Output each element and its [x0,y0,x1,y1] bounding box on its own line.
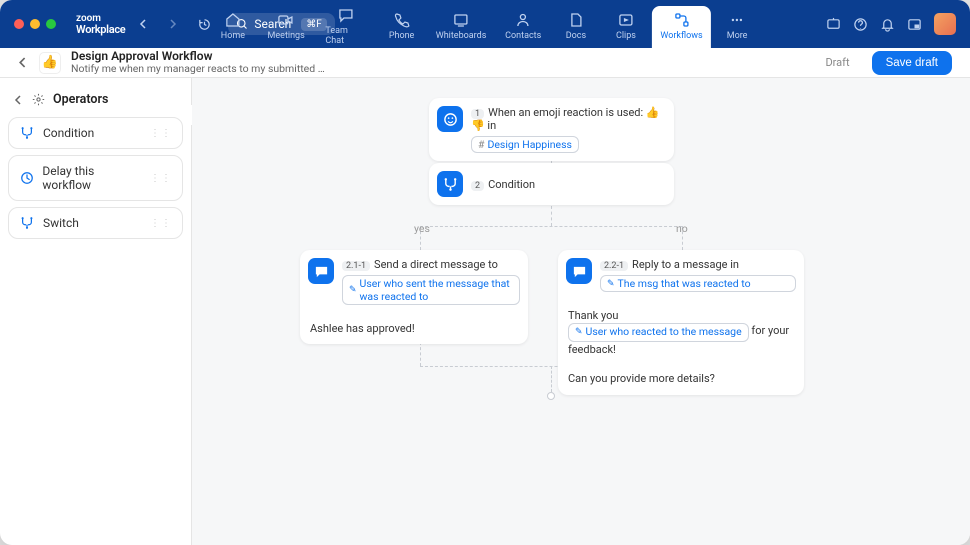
branch-no-label: no [676,222,688,235]
top-nav: Home Meetings Team Chat Phone Whiteboard… [209,0,761,48]
miniplayer-icon[interactable] [907,17,922,32]
nav-forward[interactable] [163,19,181,29]
nav-docs[interactable]: Docs [552,6,600,48]
maximize-window[interactable] [46,19,56,29]
drag-handle-icon: ⋮⋮ [150,218,172,229]
back-button[interactable] [18,57,29,68]
sidebar-title: Operators [53,92,108,107]
workflow-body: Operators Condition ⋮⋮ Delay this workfl… [0,78,970,545]
workflow-title: Design Approval Workflow [71,50,325,64]
channel-chip[interactable]: #Design Happiness [471,136,579,153]
app-logo: zoom Workplace [76,14,125,35]
message-icon [566,258,592,284]
action-send-dm[interactable]: 2.1-1Send a direct message to ✎User who … [300,250,528,344]
user-variable-chip[interactable]: ✎User who reacted to the message [568,323,749,342]
workflow-emoji-icon[interactable]: 👍 [39,52,61,74]
nav-whiteboards[interactable]: Whiteboards [428,6,495,48]
bell-icon[interactable] [880,17,895,32]
nav-more[interactable]: More [713,6,761,48]
workflow-header: 👍 Design Approval Workflow Notify me whe… [0,48,970,78]
nav-phone[interactable]: Phone [378,6,426,48]
branch-icon [19,126,35,140]
phone-icon [394,12,410,28]
contacts-icon [515,12,531,28]
emoji-reaction-icon [437,106,463,132]
branch-icon [437,171,463,197]
step-number: 2 [471,181,484,191]
condition-node[interactable]: 2Condition [429,163,674,205]
message-body: Thank you ✎User who reacted to the messa… [566,308,796,357]
end-node [547,392,555,400]
connector [420,226,682,227]
branch-yes-label: yes [414,222,430,235]
condition-text: 2Condition [471,178,535,191]
present-icon[interactable] [826,17,841,32]
operator-condition[interactable]: Condition ⋮⋮ [8,117,183,149]
action-reply[interactable]: 2.2-1Reply to a message in ✎The msg that… [558,250,804,395]
titlebar: zoom Workplace Search ⌘F Home Meetings [0,0,970,48]
draft-status: Draft [825,56,849,69]
operator-label: Condition [43,126,94,140]
drag-handle-icon: ⋮⋮ [150,128,172,139]
minimize-window[interactable] [30,19,40,29]
chevron-left-icon[interactable] [14,95,24,105]
window-controls [14,19,56,29]
workflow-canvas[interactable]: 1When an emoji reaction is used: 👍 👎 in … [192,78,970,545]
message-body: Ashlee has approved! [308,321,520,336]
logo-bottom: Workplace [76,24,125,35]
branch-icon [19,216,35,230]
connector [551,366,552,392]
nav-clips[interactable]: Clips [602,6,650,48]
nav-contacts[interactable]: Contacts [496,6,549,48]
message-body-line2: Can you provide more details? [566,371,796,386]
whiteboard-icon [453,12,469,28]
clips-icon [618,12,634,28]
clock-icon [19,171,34,185]
more-icon [729,12,745,28]
nav-back[interactable] [135,19,153,29]
message-icon [308,258,334,284]
gear-icon[interactable] [32,93,45,106]
nav-meetings[interactable]: Meetings [259,6,313,48]
sidebar-header: Operators [8,88,183,117]
user-avatar[interactable] [934,13,956,35]
operator-switch[interactable]: Switch ⋮⋮ [8,207,183,239]
step-number: 1 [471,109,484,119]
message-variable-chip[interactable]: ✎The msg that was reacted to [600,275,796,292]
operator-delay[interactable]: Delay this workflow ⋮⋮ [8,155,183,201]
titlebar-right [826,13,956,35]
trigger-node[interactable]: 1When an emoji reaction is used: 👍 👎 in … [429,98,674,161]
home-icon [225,12,241,28]
logo-top: zoom [76,14,125,24]
close-window[interactable] [14,19,24,29]
drag-handle-icon: ⋮⋮ [150,173,172,184]
action-title: 2.2-1Reply to a message in [600,258,796,271]
step-number: 2.2-1 [600,261,628,271]
nav-teamchat[interactable]: Team Chat [315,6,375,48]
operator-label: Switch [43,216,79,230]
nav-workflows[interactable]: Workflows [652,6,711,48]
user-variable-chip[interactable]: ✎User who sent the message that was reac… [342,275,520,305]
action-title: 2.1-1Send a direct message to [342,258,520,271]
app-window: zoom Workplace Search ⌘F Home Meetings [0,0,970,545]
step-number: 2.1-1 [342,261,370,271]
video-icon [278,12,294,28]
connector [551,206,552,226]
nav-home[interactable]: Home [209,6,257,48]
docs-icon [568,12,584,28]
chat-icon [337,7,353,23]
trigger-text: 1When an emoji reaction is used: 👍 👎 in [471,106,666,132]
help-icon[interactable] [853,17,868,32]
save-draft-button[interactable]: Save draft [872,51,952,75]
workflow-subtitle: Notify me when my manager reacts to my s… [71,63,325,75]
operators-sidebar: Operators Condition ⋮⋮ Delay this workfl… [0,78,192,545]
workflows-icon [674,12,690,28]
workflow-titles: Design Approval Workflow Notify me when … [71,50,325,76]
operator-label: Delay this workflow [42,164,142,192]
